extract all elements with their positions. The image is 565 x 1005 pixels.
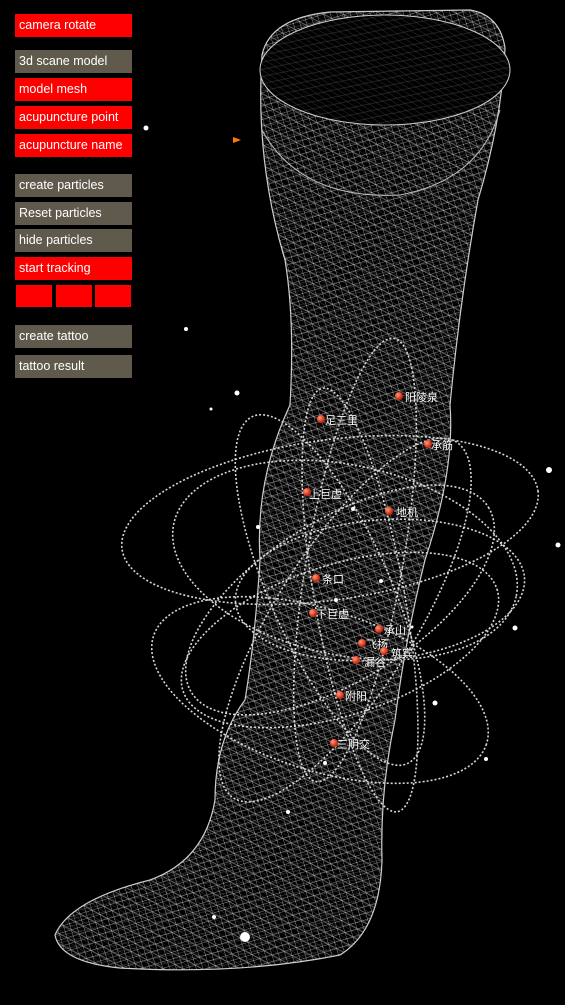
scene-model-button[interactable]: 3d scane model xyxy=(15,50,132,73)
start-tracking-button[interactable]: start tracking xyxy=(15,257,132,280)
acupoint-marker[interactable] xyxy=(317,415,325,423)
acupoint-marker[interactable] xyxy=(352,656,360,664)
color-swatch-3[interactable] xyxy=(95,285,131,307)
acupoint-label: 地机 xyxy=(396,506,418,519)
create-particles-button[interactable]: create particles xyxy=(15,174,132,197)
acupoint-marker[interactable] xyxy=(312,574,320,582)
hide-particles-button[interactable]: hide particles xyxy=(15,229,132,252)
acupuncture-name-button[interactable]: acupuncture name xyxy=(15,134,132,157)
acupoint-marker[interactable] xyxy=(395,392,403,400)
camera-rotate-button[interactable]: camera rotate xyxy=(15,14,132,37)
acupoint-label: 附阳 xyxy=(345,690,367,703)
camera-marker-icon xyxy=(233,137,241,143)
acupoint-label: 漏谷 xyxy=(364,656,386,669)
acupuncture-point-button[interactable]: acupuncture point xyxy=(15,106,132,129)
acupoint-label: 承筋 xyxy=(431,439,453,452)
acupoint-marker[interactable] xyxy=(375,625,383,633)
acupoint-label: 上巨虚 xyxy=(309,488,342,501)
color-swatch-1[interactable] xyxy=(16,285,52,307)
acupoint-label: 筑宾 xyxy=(391,647,413,660)
acupoint-label: 三阴交 xyxy=(337,738,370,751)
acupoint-marker[interactable] xyxy=(358,639,366,647)
color-swatch-2[interactable] xyxy=(56,285,92,307)
model-mesh-button[interactable]: model mesh xyxy=(15,78,132,101)
acupoint-label: 下巨虚 xyxy=(316,608,349,621)
tattoo-result-button[interactable]: tattoo result xyxy=(15,355,132,378)
create-tattoo-button[interactable]: create tattoo xyxy=(15,325,132,348)
acupoint-marker[interactable] xyxy=(385,507,393,515)
acupoint-marker[interactable] xyxy=(336,691,344,699)
acupoint-label: 阳陵泉 xyxy=(405,391,438,404)
acupoint-label: 条口 xyxy=(322,573,344,586)
acupoint-label: 足三里 xyxy=(325,414,358,427)
reset-particles-button[interactable]: Reset particles xyxy=(15,202,132,225)
